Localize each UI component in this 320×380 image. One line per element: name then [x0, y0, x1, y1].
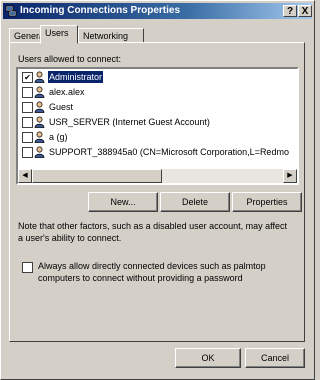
user-name: USR_SERVER (Internet Guest Account) — [49, 117, 210, 127]
user-list-item[interactable]: alex.alex — [20, 86, 290, 99]
user-list-item[interactable]: a (g) — [20, 131, 290, 144]
scroll-left-button[interactable]: ◀ — [18, 169, 32, 183]
user-list-item[interactable]: SUPPORT_388945a0 (CN=Microsoft Corporati… — [20, 146, 290, 159]
window-title: Incoming Connections Properties — [20, 5, 181, 16]
user-name: a (g) — [49, 132, 68, 142]
tab-networking[interactable]: Networking — [78, 28, 144, 43]
users-listbox[interactable]: ✔ Administrator alex.alex Guest USR_SERVER (… — [16, 67, 299, 185]
close-button[interactable]: X — [298, 5, 312, 17]
delete-user-button[interactable]: Delete — [160, 192, 230, 212]
user-checkbox[interactable]: ✔ — [22, 72, 33, 83]
dialog-window: Incoming Connections Properties ? X Gene… — [0, 0, 315, 380]
user-checkbox[interactable] — [22, 102, 33, 113]
help-button[interactable]: ? — [283, 5, 297, 17]
user-name: SUPPORT_388945a0 (CN=Microsoft Corporati… — [49, 147, 289, 157]
tab-networking-label: Networking — [83, 31, 129, 41]
tab-users[interactable]: Users — [40, 25, 78, 44]
user-name: Administrator — [48, 71, 104, 83]
ok-button[interactable]: OK — [175, 348, 241, 368]
user-properties-button[interactable]: Properties — [232, 192, 302, 212]
title-bar[interactable]: Incoming Connections Properties ? X — [3, 3, 312, 19]
user-checkbox[interactable] — [22, 132, 33, 143]
user-icon — [34, 116, 45, 128]
tab-general[interactable]: General — [9, 28, 46, 43]
user-list-item[interactable]: USR_SERVER (Internet Guest Account) — [20, 116, 290, 129]
user-icon — [34, 131, 45, 143]
user-checkbox[interactable] — [22, 117, 33, 128]
user-name: Guest — [49, 102, 74, 112]
user-name: alex.alex — [49, 87, 85, 97]
horizontal-scrollbar[interactable]: ◀ ▶ — [18, 169, 297, 183]
cancel-button[interactable]: Cancel — [245, 348, 305, 368]
user-checkbox[interactable] — [22, 147, 33, 158]
new-user-button[interactable]: New... — [88, 192, 158, 212]
scrollbar-thumb[interactable] — [32, 169, 162, 183]
user-ability-note: Note that other factors, such as a disab… — [18, 221, 287, 243]
user-list-item[interactable]: ✔ Administrator — [20, 71, 290, 84]
network-connection-icon — [5, 5, 17, 17]
tab-users-label: Users — [45, 28, 69, 38]
user-icon — [34, 86, 45, 98]
user-checkbox[interactable] — [22, 87, 33, 98]
users-list-label: Users allowed to connect: — [18, 54, 122, 64]
user-icon — [34, 71, 45, 83]
user-icon — [34, 146, 45, 158]
user-icon — [34, 101, 45, 113]
user-list-item[interactable]: Guest — [20, 101, 290, 114]
scroll-right-button[interactable]: ▶ — [283, 169, 297, 183]
direct-devices-label[interactable]: Always allow directly connected devices … — [38, 260, 298, 284]
direct-devices-checkbox[interactable] — [22, 262, 33, 273]
